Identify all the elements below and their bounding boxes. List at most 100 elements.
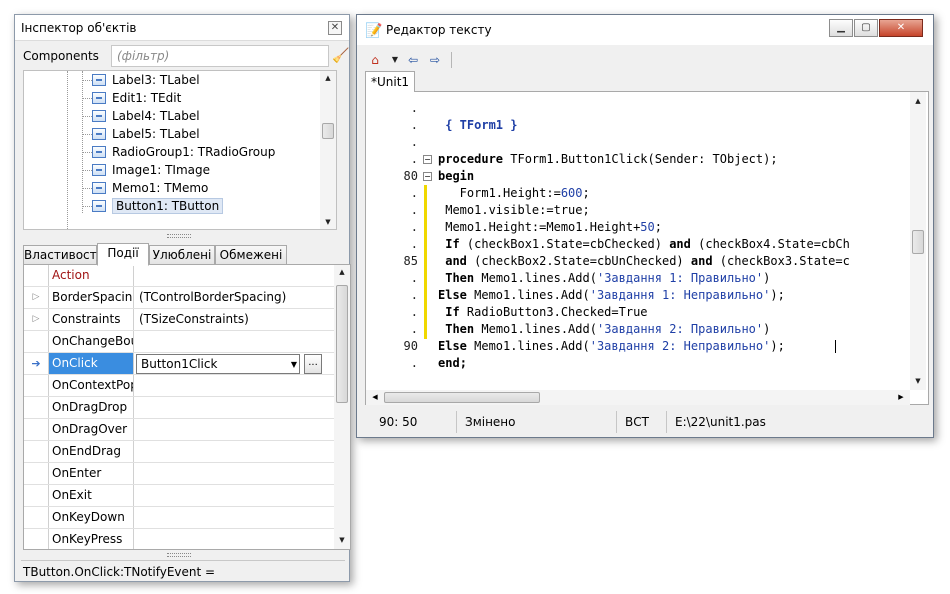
scroll-left-icon[interactable]: ◀ — [368, 390, 382, 405]
close-button[interactable]: ✕ — [879, 19, 923, 37]
tab-restricted[interactable]: Обмежені — [215, 245, 287, 265]
splitter-grip[interactable] — [167, 234, 191, 238]
editor-titlebar[interactable]: 📝 Редактор тексту ▁ ▢ ✕ — [357, 15, 933, 45]
code-line: Else Memo1.lines.Add('Завдання 1: Неправ… — [438, 288, 785, 302]
grid-scrollbar[interactable]: ▲ ▼ — [334, 265, 350, 549]
component-icon — [92, 164, 106, 176]
inspector-status: TButton.OnClick:TNotifyEvent = — [23, 565, 216, 579]
expand-icon[interactable]: ▷ — [24, 287, 48, 308]
clear-filter-icon[interactable]: 🧹 — [331, 45, 351, 67]
tree-item[interactable]: Image1: TImage — [92, 161, 210, 179]
maximize-button[interactable]: ▢ — [854, 19, 878, 37]
fold-icon[interactable]: − — [423, 172, 432, 181]
component-icon — [92, 92, 106, 104]
code-line: Then Memo1.lines.Add('Завдання 1: Правил… — [445, 271, 771, 285]
inspector-titlebar[interactable]: Інспектор об'єктів ✕ — [15, 15, 349, 41]
grid-row-selected[interactable]: ➔ OnClick Button1Click ▼ ... — [24, 353, 334, 375]
editor-horizontal-scrollbar[interactable]: ◀ ▶ — [366, 390, 910, 405]
code-editor[interactable]: . . . . 80 . . . . 85 . . . . 90 . − − {… — [365, 91, 929, 405]
component-icon — [92, 200, 106, 212]
line-number-gutter: . . . . 80 . . . . 85 . . . . 90 . — [366, 92, 426, 390]
component-icon — [92, 128, 106, 140]
modified-lines-marker — [424, 185, 427, 339]
code-line: If (checkBox1.State=cbChecked) and (chec… — [445, 237, 850, 251]
ellipsis-button[interactable]: ... — [304, 354, 322, 374]
editor-title: Редактор тексту — [386, 23, 492, 37]
tree-item[interactable]: Edit1: TEdit — [92, 89, 181, 107]
tree-item[interactable]: RadioGroup1: TRadioGroup — [92, 143, 275, 161]
inspector-tabs: Властивості Події Улюблені Обмежені — [23, 243, 351, 266]
code-line: Memo1.Height:=Memo1.Height+50; — [438, 220, 662, 234]
tree-item[interactable]: Label3: TLabel — [92, 71, 200, 89]
grid-row[interactable]: OnDragOver — [24, 419, 334, 441]
chevron-down-icon[interactable]: ▼ — [291, 356, 297, 374]
filter-input[interactable]: (фільтр) — [111, 45, 329, 67]
grid-row[interactable]: OnDragDrop — [24, 397, 334, 419]
scroll-thumb[interactable] — [384, 392, 540, 403]
grid-row[interactable]: ▷ BorderSpacing (TControlBorderSpacing) — [24, 287, 334, 309]
modified-status: Змінено — [457, 411, 617, 433]
code-line: procedure TForm1.Button1Click(Sender: TO… — [438, 152, 778, 166]
component-icon — [92, 74, 106, 86]
component-tree[interactable]: Label3: TLabel Edit1: TEdit Label4: TLab… — [23, 70, 337, 230]
grid-row[interactable]: OnExit — [24, 485, 334, 507]
grid-row[interactable]: Action — [24, 265, 334, 287]
grid-row[interactable]: OnChangeBoun — [24, 331, 334, 353]
component-icon — [92, 146, 106, 158]
grid-row[interactable]: OnEndDrag — [24, 441, 334, 463]
close-icon[interactable]: ✕ — [328, 21, 342, 35]
code-area[interactable]: { TForm1 } procedure TForm1.Button1Click… — [434, 92, 910, 390]
component-icon — [92, 110, 106, 122]
inspector-title: Інспектор об'єктів — [21, 21, 137, 35]
grid-row[interactable]: OnKeyDown — [24, 507, 334, 529]
scroll-up-icon[interactable]: ▲ — [320, 71, 336, 85]
splitter-grip[interactable] — [167, 553, 191, 557]
tab-events[interactable]: Події — [97, 243, 149, 266]
grid-row[interactable]: ▷ Constraints (TSizeConstraints) — [24, 309, 334, 331]
tree-item[interactable]: Memo1: TMemo — [92, 179, 208, 197]
onclick-value-editor[interactable]: Button1Click ▼ — [136, 354, 300, 374]
code-line: Then Memo1.lines.Add('Завдання 2: Правил… — [445, 322, 771, 336]
source-editor-window: 📝 Редактор тексту ▁ ▢ ✕ ⌂ ▼ ⇦ ⇨ *Unit1 .… — [356, 14, 934, 438]
scroll-down-icon[interactable]: ▼ — [320, 215, 336, 229]
chevron-down-icon[interactable]: ▼ — [385, 50, 405, 70]
grid-row[interactable]: OnContextPopu — [24, 375, 334, 397]
tree-item-selected[interactable]: Button1: TButton — [92, 197, 224, 215]
home-icon[interactable]: ⌂ — [365, 50, 385, 70]
file-path: E:\22\unit1.pas — [675, 415, 766, 429]
tab-unit1[interactable]: *Unit1 — [365, 71, 415, 92]
text-caret — [835, 340, 836, 353]
scroll-down-icon[interactable]: ▼ — [334, 533, 350, 547]
insert-mode: ВСТ — [617, 411, 667, 433]
scroll-right-icon[interactable]: ▶ — [894, 390, 908, 405]
editor-toolbar: ⌂ ▼ ⇦ ⇨ — [363, 49, 923, 71]
minimize-button[interactable]: ▁ — [829, 19, 853, 37]
scroll-up-icon[interactable]: ▲ — [910, 94, 926, 108]
tree-item[interactable]: Label5: TLabel — [92, 125, 200, 143]
scroll-up-icon[interactable]: ▲ — [334, 265, 350, 279]
code-line: end; — [438, 356, 467, 370]
current-row-arrow-icon: ➔ — [24, 353, 48, 374]
jump-back-icon[interactable]: ⇦ — [403, 50, 423, 70]
scroll-thumb[interactable] — [322, 123, 334, 139]
grid-row[interactable]: OnKeyPress — [24, 529, 334, 549]
scroll-down-icon[interactable]: ▼ — [910, 374, 926, 388]
scroll-thumb[interactable] — [912, 230, 924, 254]
editor-vertical-scrollbar[interactable]: ▲ ▼ — [910, 92, 926, 390]
grid-row[interactable]: OnEnter — [24, 463, 334, 485]
tree-item[interactable]: Label4: TLabel — [92, 107, 200, 125]
expand-icon[interactable]: ▷ — [24, 309, 48, 330]
scroll-thumb[interactable] — [336, 285, 348, 403]
tab-favorites[interactable]: Улюблені — [149, 245, 215, 265]
events-grid: Action ▷ BorderSpacing (TControlBorderSp… — [23, 264, 351, 550]
code-line: begin — [438, 169, 475, 183]
app-icon: 📝 — [365, 23, 383, 39]
object-inspector-window: Інспектор об'єктів ✕ Components (фільтр)… — [14, 14, 351, 582]
jump-forward-icon[interactable]: ⇨ — [425, 50, 445, 70]
editor-statusbar: 90: 50 Змінено ВСТ E:\22\unit1.pas — [365, 411, 929, 433]
fold-icon[interactable]: − — [423, 155, 432, 164]
code-line: Memo1.visible:=true; — [438, 203, 590, 217]
tree-scrollbar[interactable]: ▲ ▼ — [320, 71, 336, 229]
cursor-position: 90: 50 — [365, 411, 457, 433]
tab-properties[interactable]: Властивості — [23, 245, 100, 265]
